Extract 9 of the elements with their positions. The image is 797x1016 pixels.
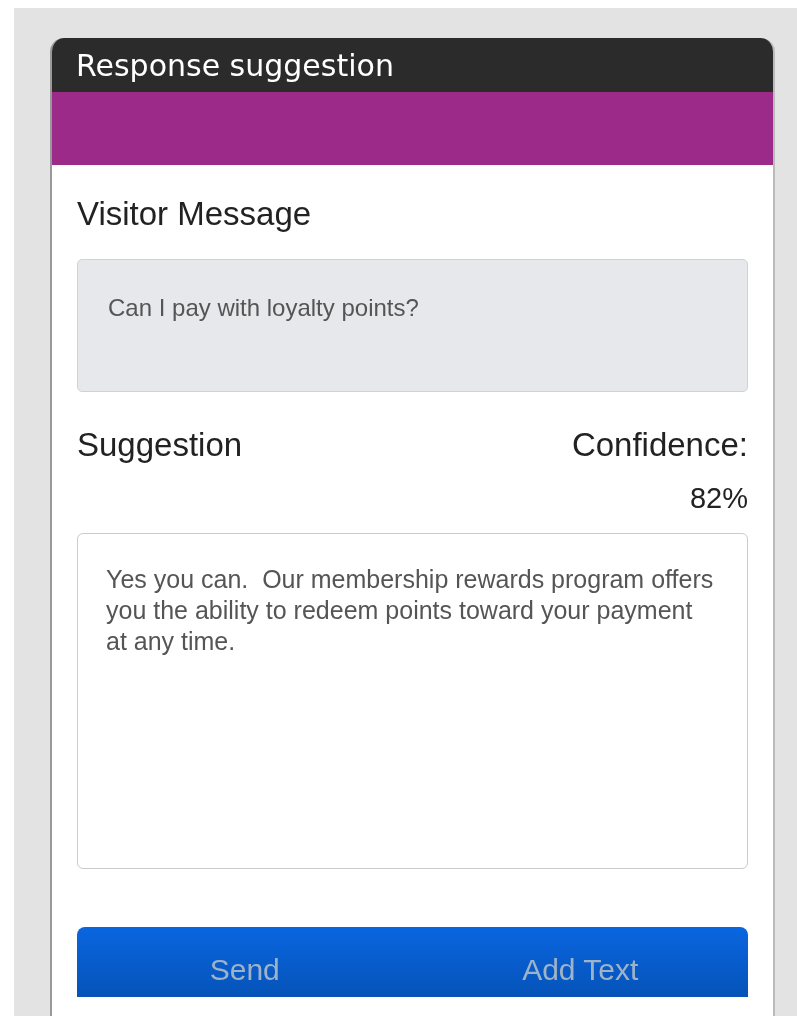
message-field: Can I pay with loyalty points? [77, 259, 748, 392]
suggestion-field[interactable]: Yes you can. Our membership rewards program offers you the ability to redeem points toward your payment at any time. [77, 533, 748, 869]
confidence-value: 82% [689, 482, 748, 515]
field-label: Suggestion [77, 426, 243, 465]
action-button[interactable]: Send [77, 927, 413, 997]
panel-title: Response suggestion [76, 47, 394, 83]
confidence-label: Confidence: [571, 426, 748, 464]
field-label: Visitor Message [77, 195, 313, 233]
action-button[interactable]: Add Text [412, 927, 748, 997]
